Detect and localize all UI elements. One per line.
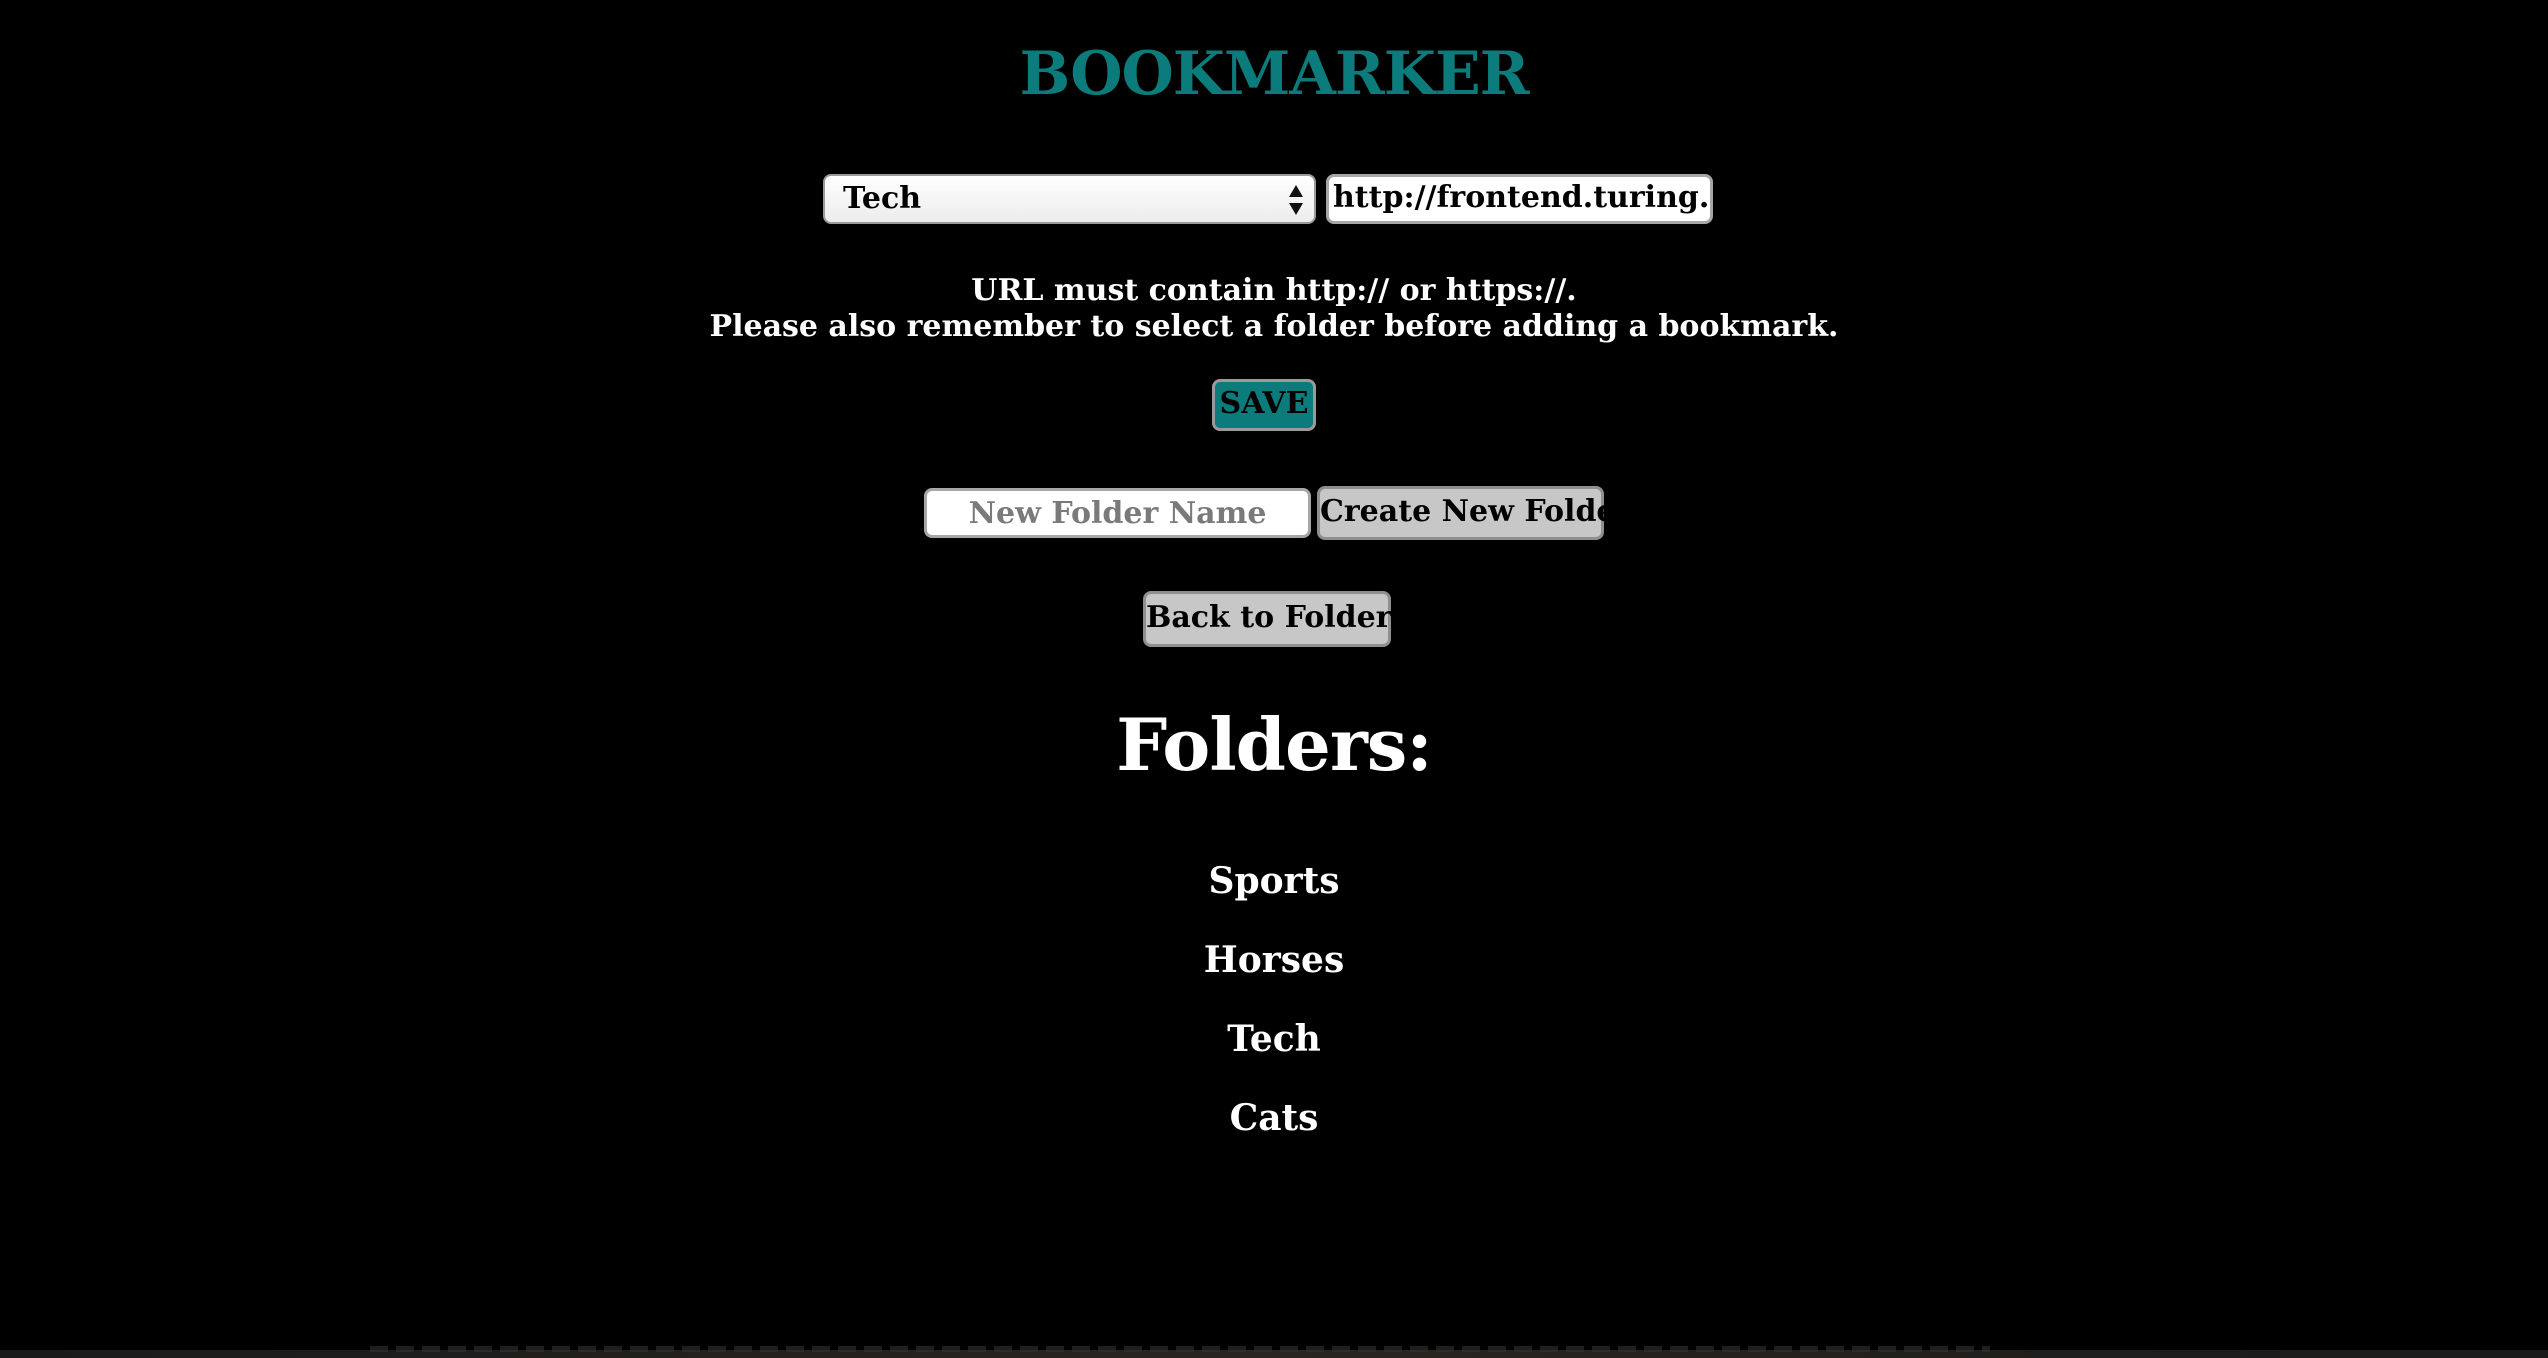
folder-select-value: Tech xyxy=(843,181,922,216)
back-to-folders-button[interactable]: Back to Folders xyxy=(1143,591,1408,647)
app-title: BOOKMARKER xyxy=(1019,39,1529,109)
folder-select[interactable]: Tech xyxy=(823,174,1316,224)
create-new-folder-button[interactable]: Create New Folder xyxy=(1317,486,1631,540)
folders-heading: Folders: xyxy=(1116,702,1433,787)
up-down-chevron-icon xyxy=(1289,185,1303,215)
new-folder-row: Create New Folder xyxy=(924,486,1631,540)
folder-item-cats[interactable]: Cats xyxy=(0,1079,2548,1158)
folder-item-sports[interactable]: Sports xyxy=(0,842,2548,921)
bookmark-input-row: Tech http://frontend.turing.io/p xyxy=(823,174,1713,224)
new-folder-name-input[interactable] xyxy=(924,488,1311,538)
folder-item-horses[interactable]: Horses xyxy=(0,921,2548,1000)
url-notice-line-1: URL must contain http:// or https://. xyxy=(971,273,1577,308)
save-button[interactable]: SAVE xyxy=(1212,379,1316,431)
bottom-edge-clipped-text xyxy=(370,1346,1990,1352)
url-notice: URL must contain http:// or https://. Pl… xyxy=(0,273,2548,345)
folder-list: Sports Horses Tech Cats xyxy=(0,842,2548,1158)
folder-item-tech[interactable]: Tech xyxy=(0,1000,2548,1079)
bookmarker-page: BOOKMARKER Tech http://frontend.turing.i… xyxy=(0,0,2548,1358)
url-notice-line-2: Please also remember to select a folder … xyxy=(709,309,1839,344)
url-input[interactable]: http://frontend.turing.io/p xyxy=(1326,174,1713,224)
